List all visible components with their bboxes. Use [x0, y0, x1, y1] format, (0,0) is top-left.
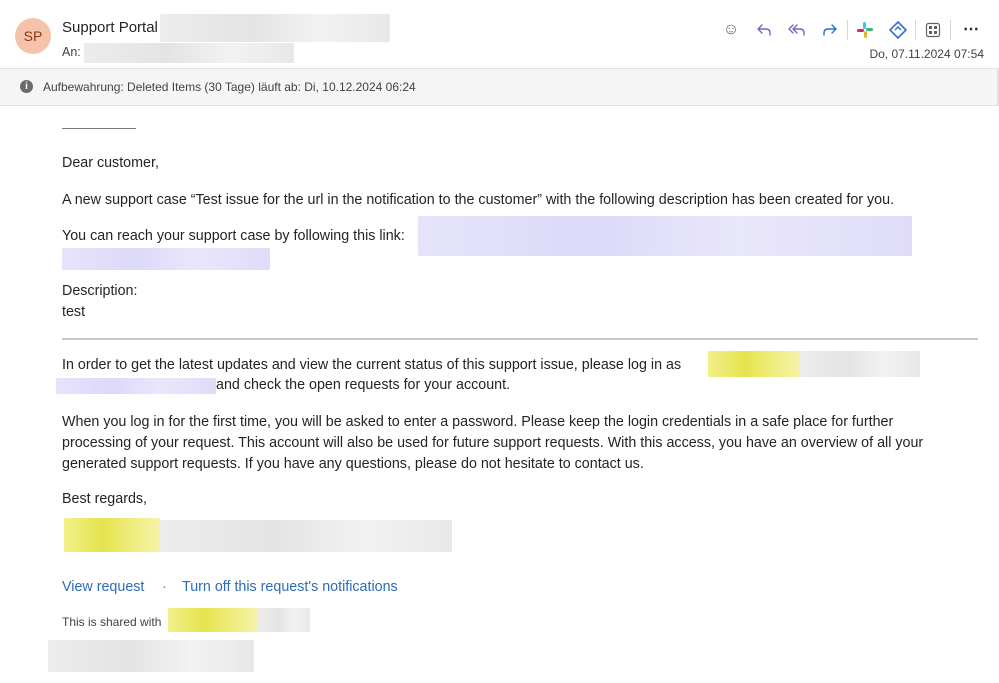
forward-icon[interactable] [818, 18, 842, 42]
closing: Best regards, [62, 491, 148, 507]
smile-icon[interactable]: ☺ [719, 18, 743, 42]
toolbar-divider [915, 20, 916, 40]
case-created-paragraph: A new support case “Test issue for the u… [62, 192, 895, 208]
toolbar-divider [950, 20, 951, 40]
signature-dash [62, 128, 136, 129]
case-link-redacted[interactable] [418, 216, 912, 256]
section-divider [62, 338, 978, 340]
view-request-link[interactable]: View request [62, 577, 144, 598]
received-date: Do, 07.11.2024 07:54 [869, 47, 984, 61]
signature-redacted-2 [160, 520, 452, 552]
apps-icon[interactable] [921, 18, 945, 42]
message-toolbar: ☺ ⋯ [719, 18, 999, 42]
slack-icon[interactable] [853, 18, 877, 42]
first-login-line-2: processing of your request. This account… [62, 435, 924, 451]
reach-case-text: You can reach your support case by follo… [62, 228, 405, 244]
retention-banner: i Aufbewahrung: Deleted Items (30 Tage) … [0, 68, 999, 106]
sender-avatar[interactable]: SP [15, 18, 51, 54]
shared-with-redacted-2 [258, 608, 310, 632]
recipient-label: An: [62, 45, 81, 59]
signature-redacted [64, 518, 160, 552]
description-label: Description: [62, 283, 138, 299]
info-icon: i [20, 80, 33, 93]
first-login-line-1: When you log in for the first time, you … [62, 414, 894, 430]
login-username-redacted-2 [800, 351, 920, 377]
shared-with-redacted [168, 608, 258, 632]
message-header: SP Support Portal An: ☺ ⋯ Do, 07.11.2024… [0, 0, 999, 68]
greeting: Dear customer, [62, 155, 159, 171]
reply-all-icon[interactable] [785, 18, 809, 42]
turn-off-notifications-link[interactable]: Turn off this request's notifications [182, 577, 398, 598]
sender-address-redacted [160, 14, 390, 42]
recipient-redacted [84, 43, 294, 63]
case-link-redacted-line2[interactable] [62, 248, 270, 270]
link-separator: · [162, 579, 167, 595]
shared-with-redacted-3 [48, 640, 254, 672]
retention-text: Aufbewahrung: Deleted Items (30 Tage) lä… [43, 80, 416, 94]
description-value: test [62, 304, 86, 320]
sender-name[interactable]: Support Portal [62, 19, 158, 36]
shared-with-label: This is shared with [62, 615, 162, 629]
first-login-line-3: generated support requests. If you have … [62, 456, 644, 472]
login-text: In order to get the latest updates and v… [62, 357, 682, 373]
more-icon[interactable]: ⋯ [959, 18, 983, 42]
login-text-end: and check the open requests for your acc… [216, 377, 511, 393]
diamond-addin-icon[interactable] [886, 18, 910, 42]
login-username-redacted [708, 351, 800, 377]
reply-icon[interactable] [752, 18, 776, 42]
toolbar-divider [847, 20, 848, 40]
login-link-redacted[interactable] [56, 378, 216, 394]
